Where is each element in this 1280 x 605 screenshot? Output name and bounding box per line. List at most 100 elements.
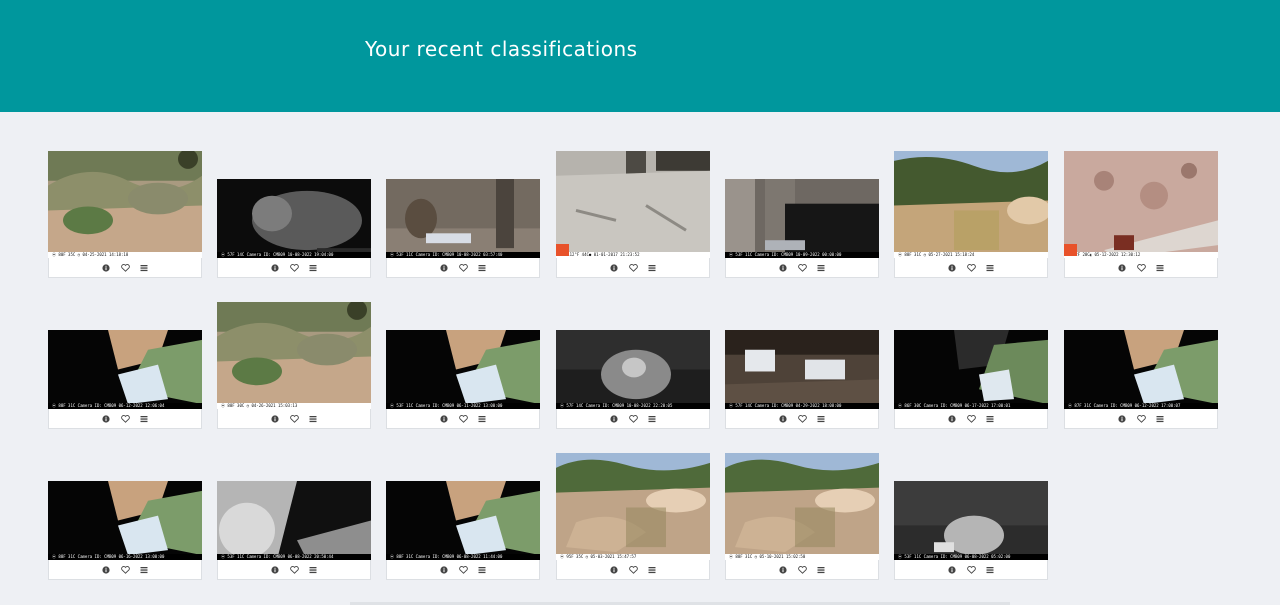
heart-icon[interactable] [628, 263, 638, 272]
heart-icon[interactable] [628, 565, 638, 574]
info-icon[interactable] [779, 263, 788, 272]
classification-card[interactable]: ⦿ 57F 14C Camera ID: CMB09 10-08-2022 19… [217, 179, 371, 278]
heart-icon[interactable] [458, 263, 468, 272]
classification-card[interactable]: ⦿ 57F 14C Camera ID: CMB09 10-08-2022 22… [556, 330, 710, 429]
heart-icon[interactable] [458, 414, 468, 423]
camera-trap-thumbnail[interactable]: ⦿ 95F 35C ◷ 05-03-2021 15:47:57 [556, 453, 710, 560]
heart-icon[interactable] [120, 565, 130, 574]
camera-trap-thumbnail[interactable]: ⦿ 88F 31C ◷ 05-10-2021 15:02:50 [725, 453, 879, 560]
list-icon[interactable] [140, 565, 149, 574]
camera-trap-thumbnail[interactable]: ⦿ 57F 14C Camera ID: CMB09 10-08-2022 22… [556, 330, 710, 409]
heart-icon[interactable] [797, 414, 807, 423]
heart-icon[interactable] [289, 565, 299, 574]
list-icon[interactable] [478, 414, 487, 423]
heart-icon[interactable] [797, 263, 807, 272]
classification-card[interactable]: ⦿ 53F 11C Camera ID: CMB09 10-09-2022 00… [725, 179, 879, 278]
list-icon[interactable] [986, 263, 995, 272]
classification-card[interactable]: ⦿ 87F 31C Camera ID: CMB09 06-12-2022 17… [1064, 330, 1218, 429]
info-icon[interactable] [1118, 263, 1127, 272]
heart-icon[interactable] [289, 263, 299, 272]
classification-card[interactable]: ⦿ 88F 30C ◷ 04-26-2021 15:03:13 [217, 302, 371, 429]
classification-card[interactable]: ⦿ 95F 35C ◷ 05-03-2021 15:47:57 [556, 453, 710, 580]
list-icon[interactable] [1156, 414, 1165, 423]
info-icon[interactable] [102, 263, 111, 272]
info-icon[interactable] [779, 414, 788, 423]
info-icon[interactable] [948, 414, 957, 423]
info-icon[interactable] [271, 263, 280, 272]
camera-trap-thumbnail[interactable]: ⦿ 53F 11C Camera ID: CMB09 10-08-2022 03… [386, 179, 540, 258]
camera-trap-thumbnail[interactable]: ⦿ 57F 14C Camera ID: CMB09 10-08-2022 19… [217, 179, 371, 258]
info-icon[interactable] [610, 414, 619, 423]
list-icon[interactable] [648, 414, 657, 423]
info-icon[interactable] [948, 263, 957, 272]
info-icon[interactable] [440, 565, 449, 574]
info-icon[interactable] [610, 263, 619, 272]
list-icon[interactable] [648, 565, 657, 574]
heart-icon[interactable] [966, 414, 976, 423]
list-icon[interactable] [140, 263, 149, 272]
list-icon[interactable] [140, 414, 149, 423]
info-icon[interactable] [440, 263, 449, 272]
info-icon[interactable] [779, 565, 788, 574]
list-icon[interactable] [309, 263, 318, 272]
heart-icon[interactable] [966, 263, 976, 272]
classification-card[interactable]: ⦿ 53F 11C Camera ID: CMB09 06-08-2022 20… [217, 481, 371, 580]
classification-card[interactable]: ⦿ 53F 11C Camera ID: CMB09 10-08-2022 03… [386, 179, 540, 278]
classification-card[interactable]: ⦿ 53F 11C Camera ID: CMB09 06-08-2022 05… [894, 481, 1048, 580]
list-icon[interactable] [478, 565, 487, 574]
camera-trap-thumbnail[interactable]: ⦿ 87F 31C Camera ID: CMB09 06-12-2022 17… [1064, 330, 1218, 409]
list-icon[interactable] [648, 263, 657, 272]
heart-icon[interactable] [1136, 414, 1146, 423]
camera-trap-thumbnail[interactable]: ⦿ 86F 30C Camera ID: CMB09 06-17-2022 17… [894, 330, 1048, 409]
info-icon[interactable] [102, 414, 111, 423]
classification-card[interactable]: ⦿ 88F 31C ◷ 05-10-2021 15:02:50 [725, 453, 879, 580]
info-icon[interactable] [948, 565, 957, 574]
heart-icon[interactable] [120, 414, 130, 423]
info-icon[interactable] [102, 565, 111, 574]
info-icon[interactable] [610, 565, 619, 574]
heart-icon[interactable] [458, 565, 468, 574]
heart-icon[interactable] [797, 565, 807, 574]
list-icon[interactable] [817, 565, 826, 574]
classification-card[interactable]: ⦿ 57F 14C Camera ID: CMB09 04-29-2022 18… [725, 330, 879, 429]
heart-icon[interactable] [966, 565, 976, 574]
classification-card[interactable]: ⦿ 86F 30C Camera ID: CMB09 06-17-2022 17… [894, 330, 1048, 429]
list-icon[interactable] [309, 414, 318, 423]
list-icon[interactable] [1156, 263, 1165, 272]
camera-trap-thumbnail[interactable]: ⦿ 53F 11C Camera ID: CMB09 10-09-2022 00… [725, 179, 879, 258]
camera-trap-thumbnail[interactable]: ⦿ 57F 14C Camera ID: CMB09 04-29-2022 18… [725, 330, 879, 409]
classification-card[interactable]: ⦿ 53F 11C Camera ID: CMB09 06-11-2022 13… [386, 330, 540, 429]
camera-trap-thumbnail[interactable]: ⦿ 88F 31C Camera ID: CMB09 06-08-2022 11… [386, 481, 540, 560]
heart-icon[interactable] [120, 263, 130, 272]
camera-trap-thumbnail[interactable]: 11 112°F 44C● 01-01-2017 21:23:52 [556, 151, 710, 258]
list-icon[interactable] [309, 565, 318, 574]
heart-icon[interactable] [289, 414, 299, 423]
camera-trap-thumbnail[interactable]: ⦿ 88F 31C Camera ID: CMB09 06-12-2022 12… [48, 330, 202, 409]
classification-card[interactable]: ⦿ 88F 31C ◷ 05-27-2021 15:18:24 [894, 151, 1048, 278]
camera-trap-thumbnail[interactable]: ⦿ 53F 11C Camera ID: CMB09 06-08-2022 20… [217, 481, 371, 560]
list-icon[interactable] [817, 263, 826, 272]
classification-card[interactable]: ⦿ 80F 35C ◷ 04-25-2021 14:18:18 [48, 151, 202, 278]
info-icon[interactable] [271, 414, 280, 423]
heart-icon[interactable] [1136, 263, 1146, 272]
heart-icon[interactable] [628, 414, 638, 423]
camera-trap-thumbnail[interactable]: ⦿ 88F 31C ◷ 05-27-2021 15:18:24 [894, 151, 1048, 258]
camera-trap-thumbnail[interactable]: ⦿ 53F 11C Camera ID: CMB09 06-11-2022 13… [386, 330, 540, 409]
camera-trap-thumbnail[interactable]: 8 82F 28C◐ 05-12-2022 12:30:12 [1064, 151, 1218, 258]
info-icon[interactable] [440, 414, 449, 423]
list-icon[interactable] [478, 263, 487, 272]
camera-trap-thumbnail[interactable]: ⦿ 88F 31C Camera ID: CMB09 06-16-2022 13… [48, 481, 202, 560]
classification-card[interactable]: 11 112°F 44C● 01-01-2017 21:23:52 [556, 151, 710, 278]
camera-trap-thumbnail[interactable]: ⦿ 53F 11C Camera ID: CMB09 06-08-2022 05… [894, 481, 1048, 560]
info-icon[interactable] [1118, 414, 1127, 423]
camera-trap-thumbnail[interactable]: ⦿ 88F 30C ◷ 04-26-2021 15:03:13 [217, 302, 371, 409]
list-icon[interactable] [817, 414, 826, 423]
list-icon[interactable] [986, 565, 995, 574]
list-icon[interactable] [986, 414, 995, 423]
classification-card[interactable]: ⦿ 88F 31C Camera ID: CMB09 06-16-2022 13… [48, 481, 202, 580]
classification-card[interactable]: 8 82F 28C◐ 05-12-2022 12:30:12 [1064, 151, 1218, 278]
info-icon[interactable] [271, 565, 280, 574]
classification-card[interactable]: ⦿ 88F 31C Camera ID: CMB09 06-12-2022 12… [48, 330, 202, 429]
camera-trap-thumbnail[interactable]: ⦿ 80F 35C ◷ 04-25-2021 14:18:18 [48, 151, 202, 258]
classification-card[interactable]: ⦿ 88F 31C Camera ID: CMB09 06-08-2022 11… [386, 481, 540, 580]
